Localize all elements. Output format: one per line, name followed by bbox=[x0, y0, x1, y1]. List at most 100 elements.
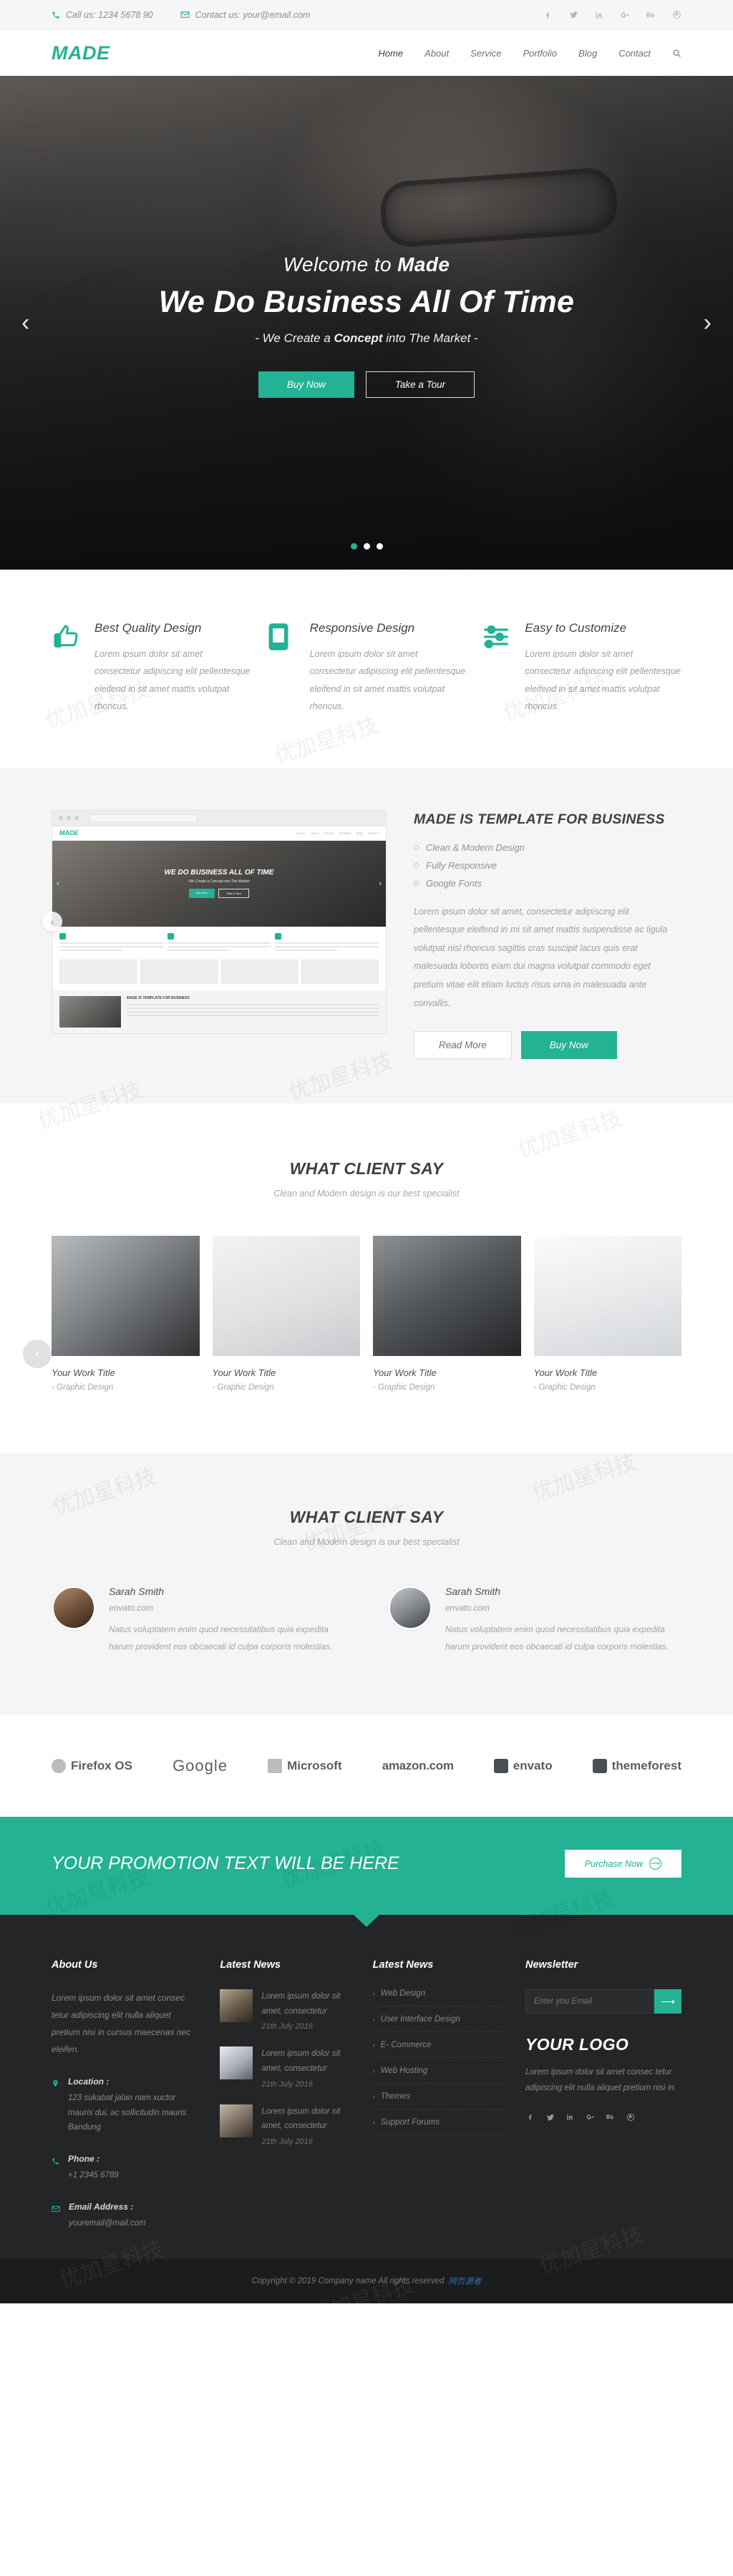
about-list-item: Fully Responsive bbox=[414, 860, 681, 871]
feature-responsive-design: Responsive Design Lorem ipsum dolor sit … bbox=[267, 621, 467, 716]
topbar-email[interactable]: Contact us: your@email.com bbox=[180, 10, 310, 20]
hero-prev-arrow[interactable]: ‹ bbox=[21, 311, 29, 335]
preview-nav-item: Portfolio bbox=[339, 831, 351, 835]
browser-chrome bbox=[52, 810, 386, 826]
work-thumbnail bbox=[52, 1236, 200, 1357]
nav-item-portfolio[interactable]: Portfolio bbox=[523, 48, 557, 59]
work-title: Your Work Title bbox=[212, 1367, 276, 1379]
browser-url-bar bbox=[89, 814, 197, 822]
phone-icon bbox=[52, 11, 60, 19]
pinterest-icon[interactable] bbox=[626, 2112, 636, 2122]
googleplus-icon[interactable] bbox=[586, 2112, 596, 2122]
pinterest-icon[interactable] bbox=[671, 10, 681, 20]
promo-banner: YOUR PROMOTION TEXT WILL BE HERE Purchas… bbox=[0, 1817, 733, 1928]
hero-welcome-prefix: Welcome to bbox=[283, 253, 398, 275]
news-date: 21th July 2016 bbox=[261, 2137, 313, 2147]
news-date: 21th July 2016 bbox=[261, 2022, 313, 2031]
linkedin-icon[interactable] bbox=[594, 10, 604, 20]
topbar-phone[interactable]: Call us: 1234 5678 90 bbox=[52, 10, 153, 20]
preview-nav-item: About bbox=[310, 831, 319, 835]
googleplus-icon[interactable] bbox=[620, 10, 630, 20]
bullet-icon bbox=[414, 844, 419, 850]
preview-slider-prev[interactable]: ‹ bbox=[42, 912, 62, 932]
nav-item-blog[interactable]: Blog bbox=[578, 48, 597, 59]
footer-news-item[interactable]: Lorem ipsum dolor sit amet, consectetur … bbox=[220, 1989, 351, 2031]
hero-next-arrow[interactable]: › bbox=[704, 311, 712, 335]
brand-amazon: amazon.com bbox=[382, 1759, 454, 1773]
preview-buy-now: Buy Now bbox=[189, 889, 215, 898]
phone-icon bbox=[52, 2154, 59, 2183]
hero-sub-bold: Concept bbox=[334, 331, 383, 345]
feature-text: Lorem ipsum dolor sit amet consectetur a… bbox=[309, 649, 466, 712]
work-item[interactable]: Your Work Title - Graphic Design bbox=[373, 1236, 521, 1392]
copyright-credit: 网页源者 bbox=[448, 2278, 482, 2287]
behance-icon[interactable] bbox=[606, 2112, 616, 2122]
feature-easy-to-customize: Easy to Customize Lorem ipsum dolor sit … bbox=[482, 621, 681, 716]
facebook-icon[interactable] bbox=[525, 2112, 535, 2122]
tablet-icon bbox=[267, 621, 298, 716]
twitter-icon[interactable] bbox=[545, 2112, 555, 2122]
envato-icon bbox=[493, 1759, 508, 1774]
work-item[interactable]: Your Work Title - Graphic Design bbox=[533, 1236, 681, 1392]
features-section: Best Quality Design Lorem ipsum dolor si… bbox=[0, 570, 733, 769]
preview-nav-item: Blog bbox=[356, 831, 363, 835]
brand-themeforest: themeforest bbox=[592, 1759, 681, 1774]
main-nav: Home About Service Portfolio Blog Contac… bbox=[378, 48, 681, 59]
footer-link-item: › Themes bbox=[372, 2092, 504, 2110]
testimonial-item: ❞ Sarah Smith envato.com Natus voluptate… bbox=[388, 1586, 681, 1655]
news-thumbnail bbox=[220, 2104, 253, 2137]
newsletter-submit-button[interactable]: ⟶ bbox=[654, 1989, 681, 2014]
work-category: - Graphic Design bbox=[533, 1383, 596, 1392]
site-header: MADE Home About Service Portfolio Blog C… bbox=[0, 30, 733, 76]
search-icon[interactable] bbox=[672, 49, 681, 58]
about-section: MADE Home About Service Portfolio Blog C… bbox=[0, 768, 733, 1104]
microsoft-icon bbox=[268, 1759, 283, 1774]
work-title: Your Work Title bbox=[373, 1367, 437, 1379]
work-item[interactable]: Your Work Title - Graphic Design bbox=[52, 1236, 200, 1392]
footer-news-item[interactable]: Lorem ipsum dolor sit amet, consectetur … bbox=[220, 2104, 351, 2146]
preview-grid bbox=[52, 959, 386, 990]
about-buy-now-button[interactable]: Buy Now bbox=[520, 1031, 617, 1060]
nav-item-contact[interactable]: Contact bbox=[618, 48, 651, 59]
hero-buy-now-button[interactable]: Buy Now bbox=[258, 371, 354, 398]
nav-item-service[interactable]: Service bbox=[470, 48, 501, 59]
newsletter-email-input[interactable] bbox=[525, 1989, 654, 2014]
work-item[interactable]: Your Work Title - Graphic Design bbox=[212, 1236, 360, 1392]
footer-news-item[interactable]: Lorem ipsum dolor sit amet, consectetur … bbox=[220, 2046, 351, 2089]
facebook-icon[interactable] bbox=[543, 10, 553, 20]
testimonials-subheading: Clean and Modern design is our best spec… bbox=[273, 1537, 460, 1548]
preview-prev-icon: ‹ bbox=[57, 879, 59, 888]
footer-link-item: › Web Hosting bbox=[372, 2067, 504, 2084]
testimonial-text: Natus voluptatem enim quod necessitatibu… bbox=[445, 1624, 669, 1652]
purchase-now-button[interactable]: Purchase Now ⟶ bbox=[564, 1850, 681, 1878]
behance-icon[interactable] bbox=[646, 10, 656, 20]
footer-links-list: › Web Design › User Interface Design › E- C… bbox=[372, 1989, 504, 2136]
work-prev-arrow[interactable]: ‹ bbox=[23, 1340, 52, 1369]
site-logo[interactable]: MADE bbox=[52, 42, 110, 64]
brand-microsoft: Microsoft bbox=[268, 1759, 342, 1774]
linkedin-icon[interactable] bbox=[565, 2112, 576, 2122]
work-category: - Graphic Design bbox=[212, 1383, 274, 1392]
news-thumbnail bbox=[220, 1989, 253, 2023]
read-more-button[interactable]: Read More bbox=[414, 1031, 512, 1060]
footer-email-title: Email Address : bbox=[69, 2201, 134, 2212]
copyright-bar: Copyright © 2019 Company name All rights… bbox=[0, 2259, 733, 2304]
nav-item-about[interactable]: About bbox=[424, 48, 449, 59]
browser-dot bbox=[59, 816, 63, 820]
copyright-text: Copyright © 2019 Company name All rights… bbox=[251, 2277, 445, 2286]
twitter-icon[interactable] bbox=[568, 10, 578, 20]
footer-link-item: › User Interface Design bbox=[372, 2015, 504, 2033]
hero-welcome-brand: Made bbox=[397, 253, 450, 275]
hero-take-a-tour-button[interactable]: Take a Tour bbox=[365, 371, 475, 398]
feature-title: Best Quality Design bbox=[94, 621, 202, 635]
hero-dot-3[interactable] bbox=[376, 543, 383, 550]
work-thumbnail bbox=[533, 1236, 681, 1357]
chevron-right-icon: › bbox=[372, 2016, 375, 2024]
nav-item-home[interactable]: Home bbox=[378, 48, 403, 59]
hero-dot-1[interactable] bbox=[350, 543, 357, 550]
footer-link-item: › Web Design bbox=[372, 1989, 504, 2007]
footer-about-column: About Us Lorem ipsum dolor sit amet cons… bbox=[52, 1959, 198, 2230]
preview-hero-title: WE DO BUSINESS ALL OF TIME bbox=[164, 869, 274, 877]
hero-dot-2[interactable] bbox=[363, 543, 370, 550]
themeforest-icon bbox=[592, 1759, 607, 1774]
